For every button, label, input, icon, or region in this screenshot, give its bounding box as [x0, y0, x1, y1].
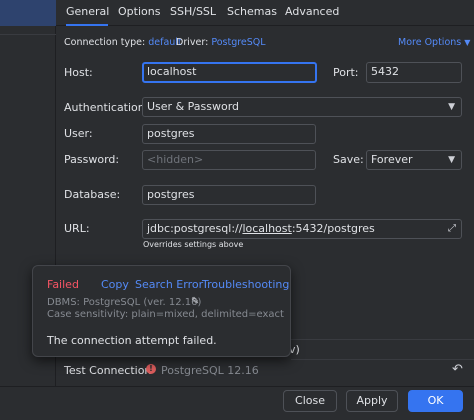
url-label: URL: [64, 222, 90, 235]
search-error-link[interactable]: Search Error [135, 278, 203, 291]
save-select[interactable]: Forever ▼ [366, 150, 462, 170]
url-host: localhost [242, 222, 292, 235]
driver-row: Driver: PostgreSQL [176, 37, 266, 48]
authentication-select[interactable]: User & Password ▼ [142, 97, 462, 117]
copy-link[interactable]: Copy [101, 278, 129, 291]
url-prefix: jdbc:postgresql:// [147, 222, 243, 235]
selected-data-source[interactable] [0, 0, 56, 26]
more-options-label: More Options [398, 37, 462, 48]
authentication-value: User & Password [147, 100, 240, 113]
host-label: Host: [64, 66, 93, 79]
host-input[interactable]: localhost [142, 62, 317, 83]
pencil-icon[interactable]: ✎ [191, 296, 199, 307]
chevron-down-icon: ▼ [448, 102, 455, 112]
popup-status: Failed [47, 278, 79, 291]
tab-ssh-ssl-label: SSH/SSL [170, 5, 217, 18]
undo-icon[interactable]: ↶ [452, 362, 463, 377]
password-label: Password: [64, 153, 120, 166]
tab-advanced-label: Advanced [285, 5, 340, 18]
url-input[interactable]: jdbc:postgresql://localhost:5432/postgre… [142, 219, 462, 239]
user-label: User: [64, 127, 93, 140]
connection-type-label: Connection type: [64, 37, 146, 48]
database-label: Database: [64, 188, 121, 201]
list-divider [0, 34, 56, 35]
apply-button[interactable]: Apply [346, 390, 398, 412]
database-input[interactable]: postgres [142, 185, 316, 205]
connection-error-popup: Failed Copy Search Error Troubleshooting… [32, 265, 291, 357]
port-input[interactable]: 5432 [366, 62, 462, 83]
hidden-row: v) [289, 339, 474, 360]
chevron-down-icon: ▼ [464, 38, 471, 47]
tab-ssh-ssl[interactable]: SSH/SSL [170, 0, 217, 26]
chevron-down-icon: ▼ [448, 155, 455, 165]
user-input[interactable]: postgres [142, 124, 316, 144]
expand-icon[interactable]: ⤢ [448, 220, 456, 238]
driver-label: Driver: [176, 37, 209, 48]
tab-general-label: General [66, 5, 110, 18]
save-label: Save: [333, 153, 364, 166]
url-note: Overrides settings above [143, 240, 244, 249]
troubleshooting-link[interactable]: Troubleshooting [202, 278, 289, 291]
error-message: The connection attempt failed. [47, 334, 217, 347]
save-value: Forever [371, 153, 413, 166]
close-button[interactable]: Close [283, 390, 337, 412]
test-connection-link[interactable]: Test Connection [64, 364, 151, 377]
port-label: Port: [333, 66, 359, 79]
error-icon: ! [146, 364, 156, 374]
more-options-button[interactable]: More Options ▼ [398, 37, 470, 48]
tab-options[interactable]: Options [118, 0, 161, 26]
dialog-footer [0, 386, 474, 420]
test-connection-status: PostgreSQL 12.16 [161, 364, 259, 377]
driver-link[interactable]: PostgreSQL [211, 37, 265, 48]
tab-general[interactable]: General [66, 0, 110, 26]
case-sensitivity-text: Case sensitivity: plain=mixed, delimited… [47, 309, 284, 320]
connection-type-row: Connection type: default [64, 37, 182, 48]
url-suffix: :5432/postgres [291, 222, 375, 235]
tab-schemas-label: Schemas [227, 5, 277, 18]
tab-advanced[interactable]: Advanced [285, 0, 340, 26]
tab-bar: General Options SSH/SSL Schemas Advanced [56, 0, 474, 26]
dbms-text: DBMS: PostgreSQL (ver. 12.16) [47, 297, 202, 308]
tab-options-label: Options [118, 5, 161, 18]
tab-schemas[interactable]: Schemas [227, 0, 277, 26]
ok-button[interactable]: OK [408, 390, 463, 412]
password-input[interactable]: <hidden> [142, 150, 316, 170]
authentication-label: Authentication: [64, 101, 149, 114]
